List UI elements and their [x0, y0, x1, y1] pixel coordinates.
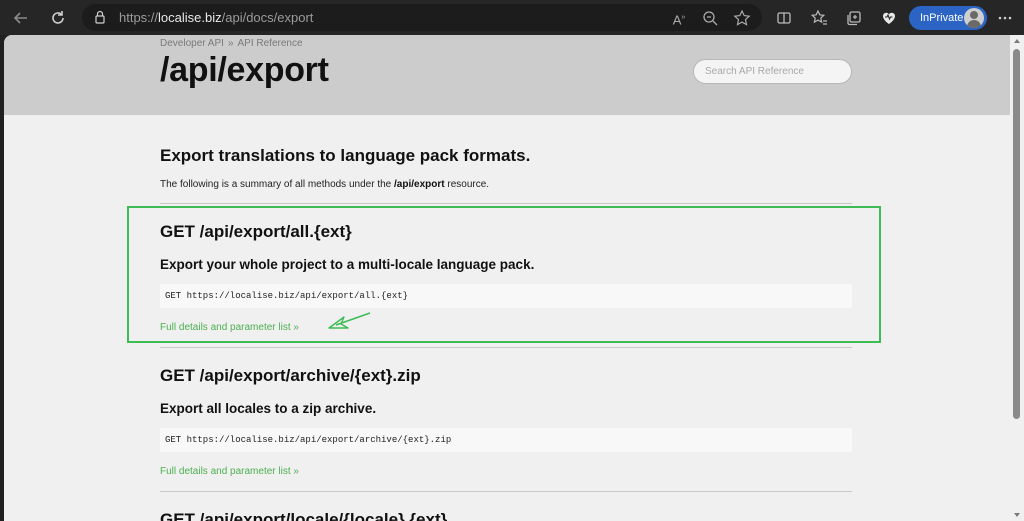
page-title: /api/export: [160, 51, 329, 89]
divider: [160, 491, 852, 492]
collections-icon[interactable]: [841, 5, 867, 31]
highlight-box: [127, 206, 881, 343]
divider: [160, 347, 852, 348]
section-heading-locale: GET /api/export/locale/{locale}.{ext}: [160, 510, 448, 521]
url-text[interactable]: https://localise.biz/api/docs/export: [119, 10, 313, 25]
refresh-icon[interactable]: [45, 5, 71, 31]
code-sample-archive: GET https://localise.biz/api/export/arch…: [160, 428, 852, 452]
intro-text: The following is a summary of all method…: [160, 179, 490, 190]
address-bar[interactable]: https://localise.biz/api/docs/export A»: [82, 4, 762, 31]
favorites-icon[interactable]: [806, 5, 832, 31]
browser-toolbar: https://localise.biz/api/docs/export A» …: [0, 0, 1024, 35]
read-aloud-icon[interactable]: A»: [670, 9, 688, 27]
breadcrumb-api-reference[interactable]: API Reference: [238, 38, 303, 49]
vertical-scrollbar[interactable]: [1010, 35, 1024, 521]
page-viewport: Developer API» API Reference /api/export …: [4, 35, 1010, 521]
avatar: [964, 8, 984, 28]
section-summary-archive: Export all locales to a zip archive.: [160, 401, 377, 416]
divider: [160, 203, 852, 204]
breadcrumb: Developer API» API Reference: [160, 38, 303, 49]
lock-icon[interactable]: [92, 9, 108, 25]
search-input[interactable]: [693, 59, 852, 84]
pointer-arrow-icon: [328, 312, 371, 329]
section-heading-archive: GET /api/export/archive/{ext}.zip: [160, 366, 421, 385]
scroll-down-icon[interactable]: [1014, 513, 1020, 517]
breadcrumb-developer-api[interactable]: Developer API: [160, 38, 224, 49]
back-icon[interactable]: [8, 5, 34, 31]
zoom-icon[interactable]: [701, 9, 719, 27]
scroll-up-icon[interactable]: [1014, 39, 1020, 43]
health-icon[interactable]: [876, 5, 902, 31]
intro-heading: Export translations to language pack for…: [160, 146, 531, 165]
favorite-icon[interactable]: [733, 9, 751, 27]
page-header: Developer API» API Reference /api/export: [4, 35, 1010, 115]
inprivate-badge[interactable]: InPrivate: [909, 6, 987, 30]
scrollbar-thumb[interactable]: [1013, 49, 1020, 419]
split-screen-icon[interactable]: [771, 5, 797, 31]
resource-name: /api/export: [394, 179, 445, 190]
more-icon[interactable]: [992, 5, 1018, 31]
details-link-archive[interactable]: Full details and parameter list »: [160, 466, 299, 477]
